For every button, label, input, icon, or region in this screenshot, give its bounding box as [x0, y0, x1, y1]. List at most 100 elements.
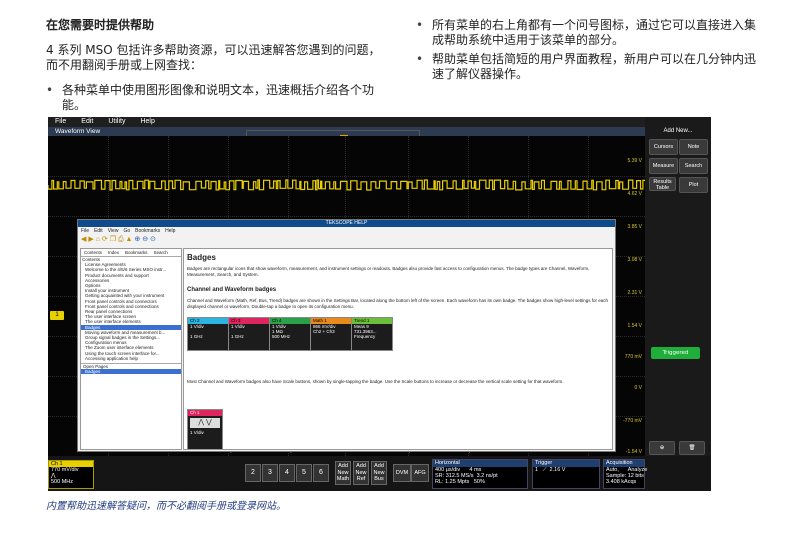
add-new-ref-button[interactable]: Add New Ref	[353, 461, 369, 485]
triggered-status-button[interactable]: Triggered	[651, 347, 700, 359]
menu-file[interactable]: File	[55, 118, 66, 125]
help-nav-tabs: Contents Index Bookmarks Search	[81, 249, 181, 257]
sync-icon[interactable]: ⟳	[102, 236, 108, 243]
tab-contents[interactable]: Contents	[81, 250, 105, 255]
volt-label: 4.62 V	[627, 191, 642, 197]
doc-bullet-3: 帮助菜单包括简短的用户界面教程，新用户可以在几分钟内迅速了解仪器操作。	[416, 52, 756, 82]
example-badge: Ch 31 V/div 1 GHz	[228, 317, 270, 351]
volt-label: 770 mV	[624, 354, 642, 360]
zoom-out-icon[interactable]: ⊖	[142, 236, 148, 243]
menu-utility[interactable]: Utility	[108, 118, 125, 125]
badge-line	[311, 334, 351, 339]
ch1-waveform-trace	[48, 179, 645, 191]
trigger-title: Trigger	[533, 460, 599, 467]
horizontal-badge[interactable]: Horizontal 400 µs/div 4 ms SR: 312.5 MS/…	[432, 459, 528, 489]
badge-line: 1 V/div	[190, 430, 204, 435]
zoom-in-icon[interactable]: ⊕	[134, 236, 140, 243]
volt-label: 3.85 V	[627, 224, 642, 230]
copy-icon[interactable]: ❐	[110, 236, 116, 243]
help-menu-help[interactable]: Help	[165, 228, 175, 234]
volt-label: 1.54 V	[627, 323, 642, 329]
measure-button[interactable]: Measure	[649, 158, 678, 174]
cursors-button[interactable]: Cursors	[649, 139, 678, 155]
ch1-badge[interactable]: Ch 1 770 mV/div ⋀ 500 MHz	[48, 460, 94, 489]
badge-line: 1 GHz	[231, 334, 244, 339]
help-paragraph: Badges are rectangular icons that show w…	[187, 266, 590, 277]
menu-edit[interactable]: Edit	[81, 118, 93, 125]
volt-label: 2.31 V	[627, 290, 642, 296]
doc-bullet-1: 各种菜单中使用图形图像和说明文本，迅速概括介绍各个功能。	[46, 83, 386, 113]
tab-bookmarks[interactable]: Bookmarks	[122, 250, 151, 255]
channel-2-button[interactable]: 2	[245, 464, 261, 482]
find-icon[interactable]: ▲	[126, 236, 133, 243]
acquisition-title: Acquisition	[604, 460, 644, 467]
dvm-button[interactable]: DVM	[393, 464, 411, 482]
help-menu-view[interactable]: View	[108, 228, 119, 234]
settings-bar: Ch 1 770 mV/div ⋀ 500 MHz 2 3 4 5 6 Add …	[48, 456, 711, 491]
help-menu-file[interactable]: File	[81, 228, 89, 234]
search-button[interactable]: Search	[679, 158, 708, 174]
acquisition-badge[interactable]: Acquisition Auto, Analyze Sample: 12 bit…	[603, 459, 647, 489]
badge-line: Frequency	[354, 334, 376, 339]
help-paragraph: Channel and Waveform (Math, Ref, Bus, Tr…	[187, 298, 608, 309]
note-button[interactable]: Note	[679, 139, 708, 155]
trash-icon[interactable]: 🗑	[679, 441, 705, 455]
right-side-panel: Add New... Cursors Note Measure Search R…	[645, 117, 711, 491]
help-menu-go[interactable]: Go	[123, 228, 130, 234]
example-scale-badge: Ch 1 ⋀ ⋁ 1 V/div	[187, 409, 223, 449]
zoom-reset-icon[interactable]: ⊙	[150, 236, 156, 243]
grid-line	[48, 176, 645, 177]
channel-3-button[interactable]: 3	[262, 464, 278, 482]
plot-button[interactable]: Plot	[679, 177, 708, 193]
channel-4-button[interactable]: 4	[279, 464, 295, 482]
example-badge: Trend 1 Meas 9 731.3963... Frequency	[351, 317, 393, 351]
results-table-button[interactable]: Results Table	[649, 177, 676, 191]
badge-line: 500 MHz	[272, 334, 291, 339]
trigger-line-1: 1 ⟋ 2.16 V	[535, 467, 566, 473]
volt-label: 0 V	[634, 385, 642, 391]
zoom-icon[interactable]: ⊕	[649, 441, 675, 455]
help-menu-bookmarks[interactable]: Bookmarks	[135, 228, 160, 234]
volt-label: -770 mV	[623, 418, 642, 424]
help-navigation-panel: Contents Index Bookmarks Search Contents Li…	[80, 248, 182, 450]
waveform-plot[interactable]: 5.39 V 4.62 V 3.85 V 3.08 V 2.31 V 1.54 …	[48, 136, 645, 456]
doc-right-column: 所有菜单的右上角都有一个问号图标，通过它可以直接进入集成帮助系统中适用于该菜单的…	[416, 18, 756, 86]
scope-screen: File Edit Utility Help Waveform View 5.39 V…	[48, 117, 711, 491]
forward-icon[interactable]: ▶	[88, 236, 93, 243]
add-new-math-button[interactable]: Add New Math	[335, 461, 351, 485]
add-new-label: Add New...	[663, 128, 693, 134]
ch1-ground-marker[interactable]: 1	[50, 311, 64, 320]
doc-intro: 4 系列 MSO 包括许多帮助资源，可以迅速解答您遇到的问题，而不用翻阅手册或上…	[46, 43, 381, 72]
scale-buttons-icon: ⋀ ⋁	[190, 418, 220, 428]
volt-label: 3.08 V	[627, 257, 642, 263]
example-badges: Ch 21 V/div 1 GHz Ch 31 V/div 1 GHz Ch 41 V/…	[187, 317, 609, 351]
channel-6-button[interactable]: 6	[313, 464, 329, 482]
help-window: TEKSCOPE HELP File Edit View Go Bookmarks Hel…	[77, 219, 616, 452]
menu-help[interactable]: Help	[140, 118, 154, 125]
badge-title: Ch 1	[188, 410, 222, 416]
acquisition-line-3: 3.408 kAcqs	[606, 479, 637, 485]
example-badge: Ch 21 V/div 1 GHz	[187, 317, 229, 351]
trigger-badge[interactable]: Trigger 1 ⟋ 2.16 V	[532, 459, 600, 489]
help-menu-edit[interactable]: Edit	[94, 228, 103, 234]
badge-line: 1 GHz	[190, 334, 203, 339]
tab-search[interactable]: Search	[151, 250, 171, 255]
menu-bar: File Edit Utility Help	[48, 117, 645, 127]
open-page-item[interactable]: Badges	[81, 369, 181, 375]
help-paragraph: Most Channel and Waveform badges also ha…	[187, 379, 564, 384]
print-icon[interactable]: ⎙	[118, 236, 124, 243]
channel-5-button[interactable]: 5	[296, 464, 312, 482]
grid-line	[48, 216, 645, 217]
ch1-bandwidth: 500 MHz	[51, 479, 74, 485]
help-contents-item[interactable]: Welcome to the 4/5/6 Series MSO instr...	[81, 267, 181, 272]
tab-index[interactable]: Index	[105, 250, 122, 255]
help-contents-item[interactable]: Accessing application help	[81, 356, 181, 361]
home-icon[interactable]: ⌂	[96, 236, 100, 243]
afg-button[interactable]: AFG	[411, 464, 429, 482]
example-badge: Ch 41 V/div 1 MΩ 500 MHz	[269, 317, 311, 351]
add-new-bus-button[interactable]: Add New Bus	[371, 461, 387, 485]
back-icon[interactable]: ◀	[81, 236, 86, 243]
doc-left-column: 在您需要时提供帮助 4 系列 MSO 包括许多帮助资源，可以迅速解答您遇到的问题…	[46, 18, 386, 117]
horizontal-title: Horizontal	[433, 460, 527, 467]
help-section-title: Channel and Waveform badges	[187, 287, 277, 293]
